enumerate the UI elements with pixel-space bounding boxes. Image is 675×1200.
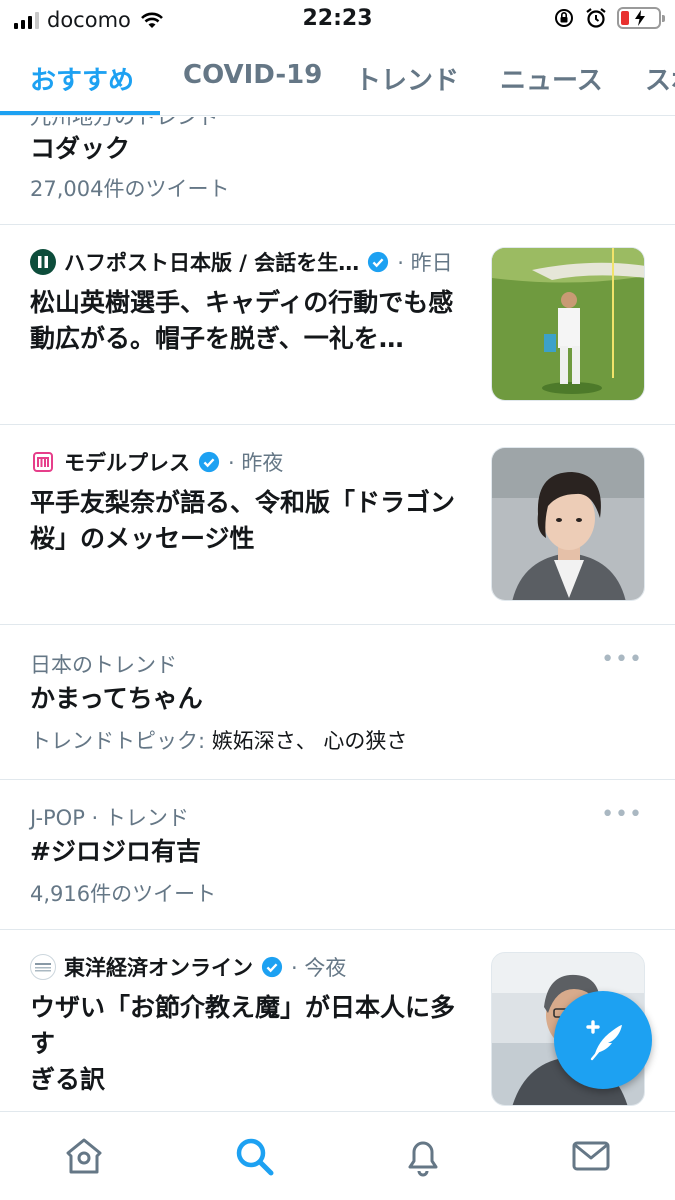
trend-item[interactable]: 日本のトレンド ••• かまってちゃん トレンドトピック: 嫉妬深さ、 心の狭さ: [0, 625, 675, 780]
news-item[interactable]: モデルプレス · 昨夜 平手友梨奈が語る、令和版「ドラゴン 桜」のメッセージ性: [0, 425, 675, 625]
news-time: · 昨日: [397, 251, 453, 275]
tab-recommended[interactable]: おすすめ: [30, 60, 134, 97]
trend-title: #ジロジロ有吉: [30, 837, 201, 866]
news-headline: 平手友梨奈が語る、令和版「ドラゴン 桜」のメッセージ性: [30, 488, 456, 553]
trend-item[interactable]: 九州地方のトレンド コダック 27,004件のツイート: [0, 117, 675, 225]
news-source-row: モデルプレス · 昨夜: [30, 447, 283, 477]
news-source-name: モデルプレス: [64, 451, 190, 475]
explore-tabs: おすすめ COVID-19 トレンド ニュース スポ: [0, 42, 675, 116]
search-icon: [236, 1138, 274, 1176]
trend-category: J-POP · トレンド: [30, 806, 189, 830]
news-time: · 今夜: [291, 956, 347, 980]
trend-topics: トレンドトピック: 嫉妬深さ、 心の狭さ: [30, 725, 407, 755]
orientation-lock-icon: [555, 9, 573, 27]
golf-caddie-photo: [491, 247, 645, 401]
nav-home[interactable]: [62, 1134, 106, 1178]
news-source-row: 東洋経済オンライン · 今夜: [30, 952, 346, 982]
battery-icon: [617, 7, 665, 29]
huffpost-logo: [30, 249, 56, 275]
messages-icon: [572, 1141, 610, 1171]
trend-title: かまってちゃん: [30, 684, 203, 713]
tab-sports[interactable]: スポ: [645, 60, 675, 97]
tab-covid19[interactable]: COVID-19: [183, 60, 322, 90]
more-options-icon[interactable]: •••: [601, 802, 643, 827]
actress-portrait-photo: [491, 447, 645, 601]
trend-topics-label: トレンドトピック:: [30, 729, 212, 753]
news-source-name: 東洋経済オンライン: [64, 956, 253, 980]
verified-badge-icon: [261, 956, 283, 978]
more-options-icon[interactable]: •••: [601, 647, 643, 672]
nav-messages[interactable]: [569, 1134, 613, 1178]
tab-trends[interactable]: トレンド: [355, 60, 459, 97]
verified-badge-icon: [368, 251, 389, 273]
tweet-count: 4,916件のツイート: [30, 882, 217, 906]
news-item[interactable]: ハフポスト日本版 / 会話を生… · 昨日 松山英樹選手、キャディの行動でも感 …: [0, 225, 675, 425]
toyokeizai-logo: [30, 954, 56, 980]
nav-notifications[interactable]: [401, 1134, 445, 1178]
trend-title: コダック: [30, 134, 131, 163]
explore-feed: 九州地方のトレンド コダック 27,004件のツイート ハフポスト日本版 / 会…: [0, 117, 675, 1111]
compose-tweet-button[interactable]: [554, 991, 652, 1089]
trend-topics-values: 嫉妬深さ、 心の狭さ: [211, 729, 408, 753]
trend-item[interactable]: J-POP · トレンド ••• #ジロジロ有吉 4,916件のツイート: [0, 780, 675, 930]
tab-news[interactable]: ニュース: [500, 60, 603, 97]
notifications-icon: [408, 1141, 438, 1177]
bottom-nav: [0, 1111, 675, 1200]
trend-category: 九州地方のトレンド: [30, 117, 219, 129]
nav-search[interactable]: [232, 1134, 276, 1178]
news-source-row: ハフポスト日本版 / 会話を生… · 昨日: [30, 247, 453, 277]
verified-badge-icon: [198, 451, 220, 473]
compose-feather-icon: [586, 1020, 622, 1061]
home-icon: [66, 1138, 102, 1174]
news-source-name: ハフポスト日本版 / 会話を生…: [64, 251, 360, 275]
tweet-count: 27,004件のツイート: [30, 177, 230, 201]
status-right: [553, 7, 665, 29]
trend-category: 日本のトレンド: [30, 653, 177, 677]
active-tab-indicator: [0, 111, 160, 115]
news-headline: ウザい「お節介教え魔」が日本人に多す ぎる訳: [30, 993, 456, 1094]
news-headline: 松山英樹選手、キャディの行動でも感 動広がる。帽子を脱ぎ、一礼を…: [30, 288, 454, 353]
modelpress-logo: [30, 449, 56, 475]
status-bar: docomo 22:23: [0, 0, 675, 40]
news-time: · 昨夜: [228, 451, 284, 475]
alarm-icon: [586, 8, 606, 28]
